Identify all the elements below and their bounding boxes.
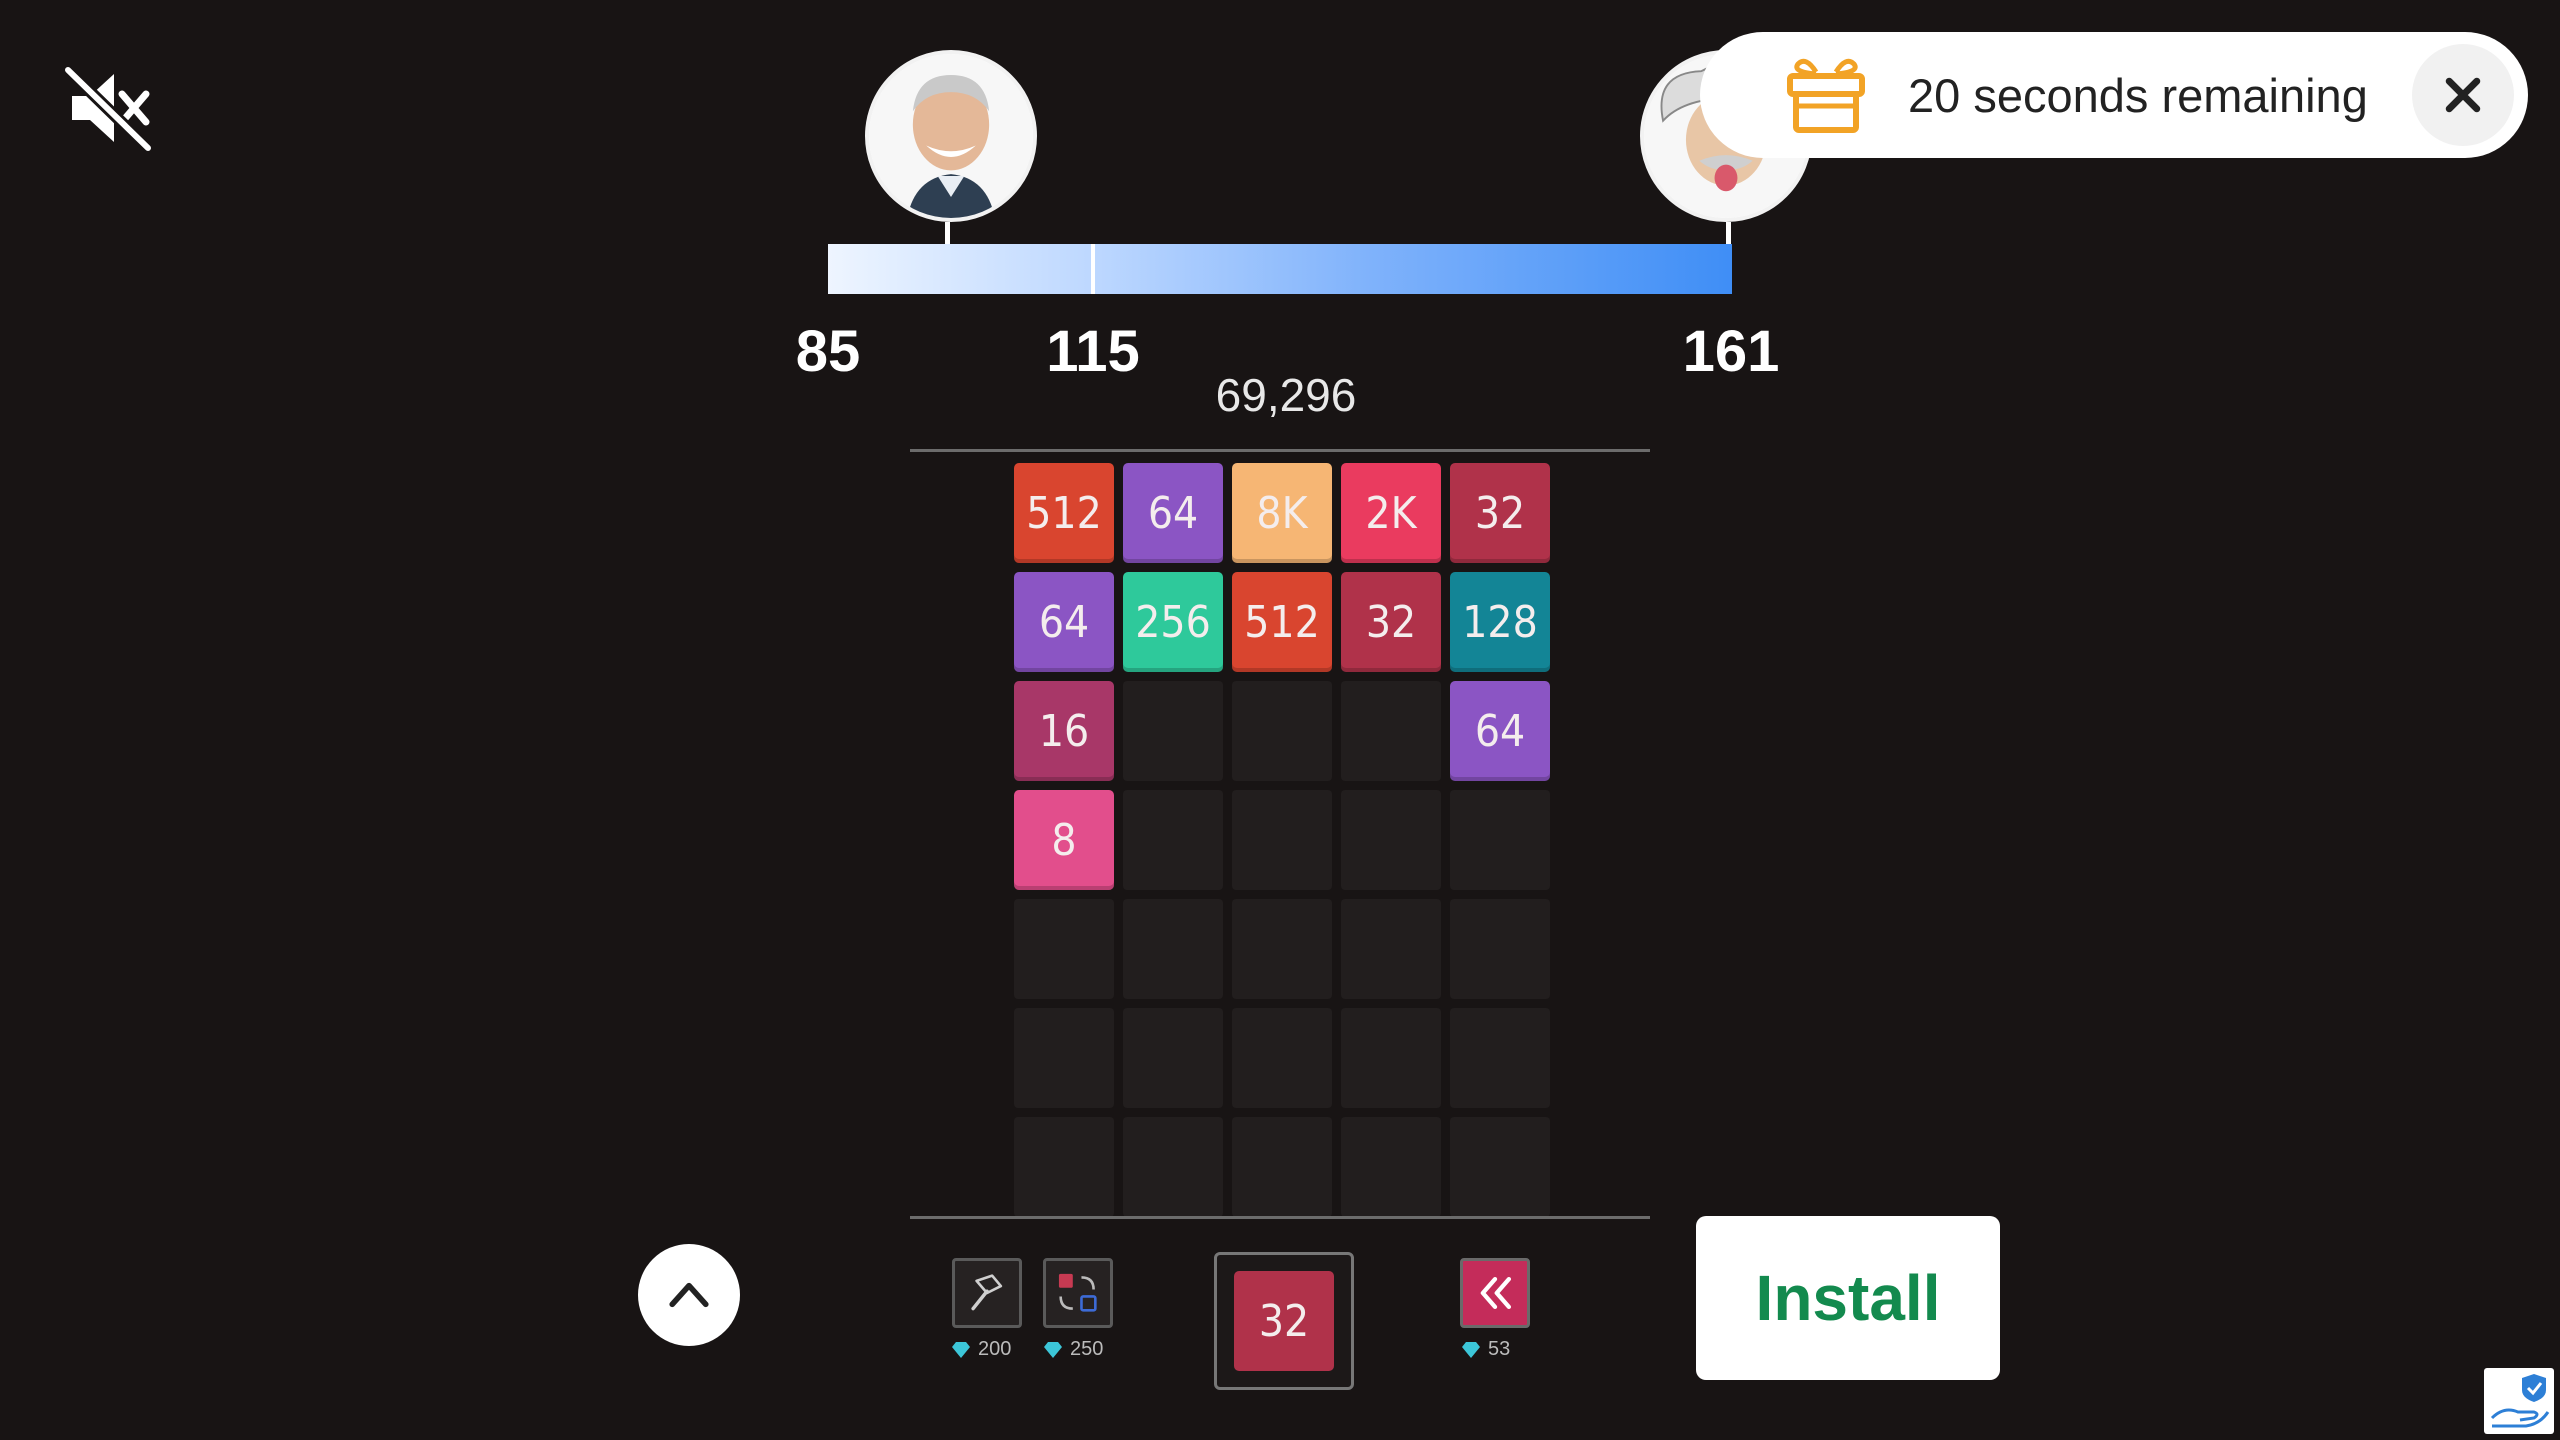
empty-cell-3-3[interactable] bbox=[1341, 790, 1441, 890]
empty-cell-6-0[interactable] bbox=[1014, 1117, 1114, 1217]
tile-1-0[interactable]: 64 bbox=[1014, 572, 1114, 672]
tile-0-1[interactable]: 64 bbox=[1123, 463, 1223, 563]
game-stage: 85 115 161 69,296 512 64 8K 2K 32 64 256 512 32 1… bbox=[0, 0, 2560, 1440]
tile-3-0[interactable]: 8 bbox=[1014, 790, 1114, 890]
undo-cost: 53 bbox=[1460, 1338, 1510, 1361]
close-button[interactable] bbox=[2412, 44, 2514, 146]
empty-cell-6-3[interactable] bbox=[1341, 1117, 1441, 1217]
swap-cost: 250 bbox=[1042, 1338, 1103, 1361]
next-tile: 32 bbox=[1234, 1271, 1334, 1371]
install-button[interactable]: Install bbox=[1696, 1216, 2000, 1380]
empty-cell-5-3[interactable] bbox=[1341, 1008, 1441, 1108]
tile-0-0[interactable]: 512 bbox=[1014, 463, 1114, 563]
swap-booster-button[interactable] bbox=[1043, 1258, 1113, 1328]
tile-2-4[interactable]: 64 bbox=[1450, 681, 1550, 781]
player-avatar bbox=[865, 50, 1037, 222]
empty-cell-4-3[interactable] bbox=[1341, 899, 1441, 999]
tile-1-1[interactable]: 256 bbox=[1123, 572, 1223, 672]
top-divider bbox=[910, 449, 1650, 452]
chevron-up-icon bbox=[669, 1282, 709, 1308]
empty-cell-2-1[interactable] bbox=[1123, 681, 1223, 781]
progress-marker bbox=[1091, 244, 1095, 294]
empty-cell-2-2[interactable] bbox=[1232, 681, 1332, 781]
mute-icon[interactable] bbox=[62, 62, 154, 154]
tile-2-0[interactable]: 16 bbox=[1014, 681, 1114, 781]
undo-booster-button[interactable] bbox=[1460, 1258, 1530, 1328]
adchoices-icon[interactable] bbox=[2484, 1368, 2554, 1434]
gift-icon bbox=[1787, 58, 1865, 133]
next-tile-slot: 32 bbox=[1214, 1252, 1354, 1390]
score-display: 69,296 bbox=[1215, 369, 1357, 421]
empty-cell-6-1[interactable] bbox=[1123, 1117, 1223, 1217]
double-chevron-left-icon bbox=[1480, 1276, 1512, 1310]
empty-cell-6-4[interactable] bbox=[1450, 1117, 1550, 1217]
tile-1-3[interactable]: 32 bbox=[1341, 572, 1441, 672]
player-pin bbox=[945, 222, 950, 244]
empty-cell-5-4[interactable] bbox=[1450, 1008, 1550, 1108]
progress-fill bbox=[828, 244, 1732, 294]
bottom-divider bbox=[910, 1216, 1650, 1219]
gem-icon bbox=[1044, 1341, 1062, 1358]
swap-icon bbox=[1058, 1273, 1097, 1312]
empty-cell-3-2[interactable] bbox=[1232, 790, 1332, 890]
gem-icon bbox=[1462, 1341, 1480, 1358]
empty-cell-4-0[interactable] bbox=[1014, 899, 1114, 999]
tile-0-2[interactable]: 8K bbox=[1232, 463, 1332, 563]
rival-pin bbox=[1726, 222, 1731, 244]
tile-1-4[interactable]: 128 bbox=[1450, 572, 1550, 672]
empty-cell-2-3[interactable] bbox=[1341, 681, 1441, 781]
tile-0-3[interactable]: 2K bbox=[1341, 463, 1441, 563]
empty-cell-4-2[interactable] bbox=[1232, 899, 1332, 999]
hammer-cost-value: 200 bbox=[978, 1338, 1012, 1360]
reward-toast: 20 seconds remaining bbox=[1700, 32, 2528, 158]
hammer-booster-button[interactable] bbox=[952, 1258, 1022, 1328]
close-icon bbox=[2445, 77, 2481, 113]
empty-cell-4-1[interactable] bbox=[1123, 899, 1223, 999]
empty-cell-6-2[interactable] bbox=[1232, 1117, 1332, 1217]
empty-cell-3-1[interactable] bbox=[1123, 790, 1223, 890]
empty-cell-5-0[interactable] bbox=[1014, 1008, 1114, 1108]
game-board[interactable]: 512 64 8K 2K 32 64 256 512 32 128 16 64 8 bbox=[1014, 463, 1550, 1217]
expand-button[interactable] bbox=[638, 1244, 740, 1346]
empty-cell-5-1[interactable] bbox=[1123, 1008, 1223, 1108]
hammer-cost: 200 bbox=[950, 1338, 1011, 1361]
milestone-start: 85 bbox=[795, 319, 861, 384]
empty-cell-5-2[interactable] bbox=[1232, 1008, 1332, 1108]
empty-cell-3-4[interactable] bbox=[1450, 790, 1550, 890]
milestone-target: 161 bbox=[1682, 319, 1780, 384]
milestone-current: 115 bbox=[1046, 319, 1140, 384]
gem-icon bbox=[952, 1341, 970, 1358]
progress-bar bbox=[828, 244, 1732, 294]
undo-cost-value: 53 bbox=[1488, 1338, 1511, 1360]
tile-1-2[interactable]: 512 bbox=[1232, 572, 1332, 672]
hammer-icon bbox=[971, 1274, 1003, 1311]
swap-cost-value: 250 bbox=[1070, 1338, 1104, 1360]
toast-text: 20 seconds remaining bbox=[1908, 69, 2368, 122]
empty-cell-4-4[interactable] bbox=[1450, 899, 1550, 999]
tile-0-4[interactable]: 32 bbox=[1450, 463, 1550, 563]
